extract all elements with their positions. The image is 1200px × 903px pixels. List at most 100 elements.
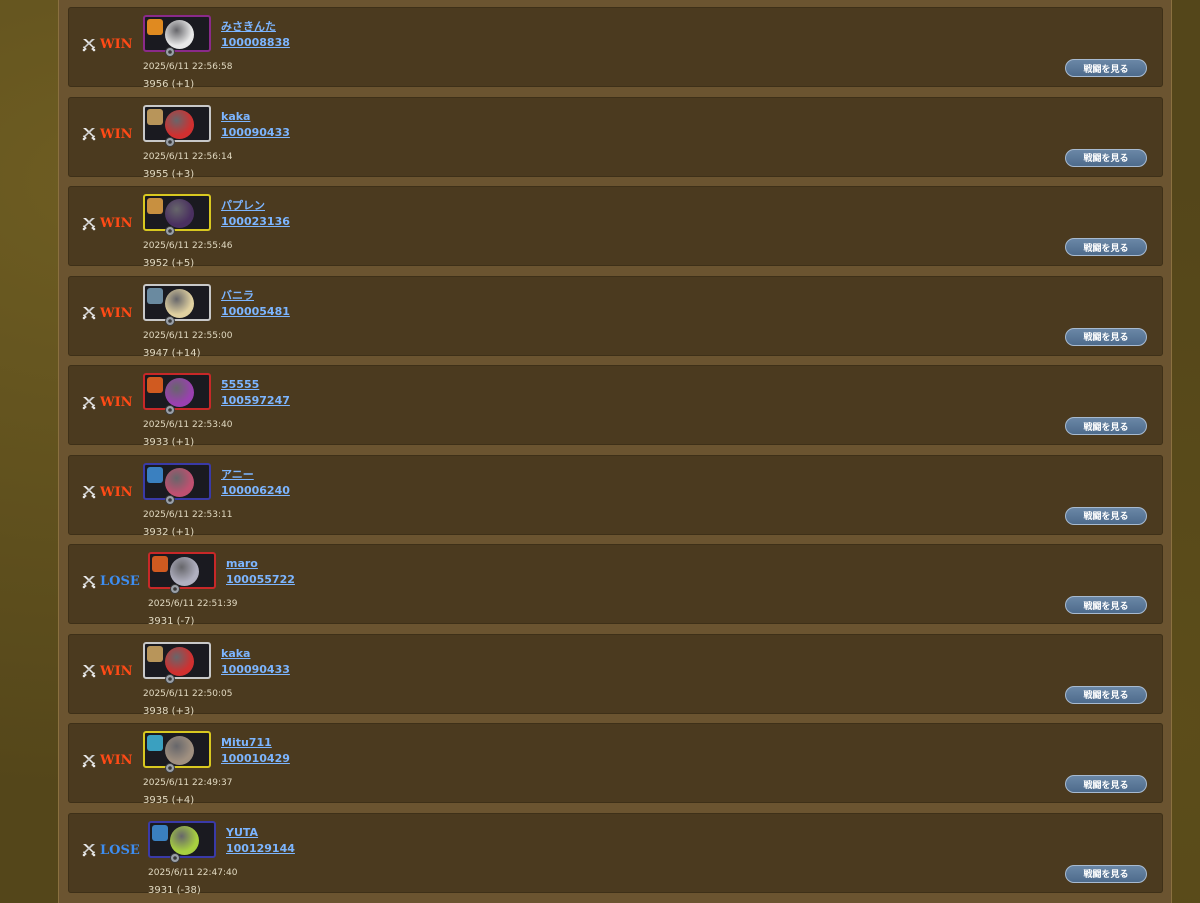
watch-battle-button[interactable]: 戦闘を見る xyxy=(1065,327,1147,346)
result-indicator: WIN xyxy=(82,37,133,52)
player-info: アニー 100006240 xyxy=(221,467,290,499)
battle-meta: 2025/6/11 22:51:39 3931 (-7) xyxy=(148,596,237,630)
result-label: WIN xyxy=(100,395,133,410)
character-badge-icon xyxy=(147,735,163,751)
player-info: 55555 100597247 xyxy=(221,377,290,409)
crossed-swords-icon xyxy=(82,843,96,857)
watch-battle-button[interactable]: 戦闘を見る xyxy=(1065,417,1147,435)
character-badge-icon xyxy=(147,198,163,214)
player-name-link[interactable]: kaka xyxy=(221,109,290,125)
result-label: WIN xyxy=(100,484,133,500)
player-id-link[interactable]: 100010429 xyxy=(221,751,290,767)
player-info: YUTA 100129144 xyxy=(226,825,295,857)
avatar xyxy=(148,820,216,863)
character-badge-icon xyxy=(147,466,163,483)
avatar xyxy=(143,731,211,773)
player-name-link[interactable]: Mitu711 xyxy=(221,735,290,751)
battle-row: LOSE YUTA 100129144 2025/6/11 22:47:40 3… xyxy=(68,812,1163,896)
character-badge-icon xyxy=(147,287,163,304)
battle-meta: 2025/6/11 22:56:58 3956 (+1) xyxy=(143,59,232,93)
character-badge-icon xyxy=(147,108,163,125)
battle-score: 3938 (+3) xyxy=(143,705,195,717)
player-id-link[interactable]: 100597247 xyxy=(221,393,290,409)
battle-row: LOSE maro 100055722 2025/6/11 22:51:39 3… xyxy=(68,544,1163,627)
battle-meta: 2025/6/11 22:53:40 3933 (+1) xyxy=(143,417,232,451)
player-name-link[interactable]: maro xyxy=(226,556,295,572)
player-name-link[interactable]: アニー xyxy=(221,467,290,483)
player-id-link[interactable]: 100090433 xyxy=(221,662,290,678)
battle-meta: 2025/6/11 22:55:46 3952 (+5) xyxy=(143,238,232,272)
player-id-link[interactable]: 100023136 xyxy=(221,214,290,230)
battle-score: 3935 (+4) xyxy=(143,795,195,806)
player-name-link[interactable]: パプレン xyxy=(221,198,290,214)
battle-datetime: 2025/6/11 22:56:58 xyxy=(143,62,233,72)
avatar xyxy=(143,283,211,326)
player-id-link[interactable]: 100005481 xyxy=(221,304,290,320)
watch-battle-button[interactable]: 戦闘を見る xyxy=(1065,864,1147,883)
result-indicator: WIN xyxy=(82,753,133,768)
gear-icon xyxy=(163,313,177,327)
player-info: maro 100055722 xyxy=(226,556,295,588)
player-name-link[interactable]: みさきんた xyxy=(221,19,290,35)
result-indicator: WIN xyxy=(82,216,133,231)
battle-score: 3947 (+14) xyxy=(143,347,201,359)
result-indicator: WIN xyxy=(82,664,133,679)
result-label: WIN xyxy=(100,37,133,52)
crossed-swords-icon xyxy=(82,396,96,410)
gear-icon xyxy=(163,671,177,685)
watch-battle-button[interactable]: 戦闘を見る xyxy=(1065,148,1147,167)
battle-row: WIN Mitu711 100010429 2025/6/11 22:49:37… xyxy=(68,723,1163,806)
watch-battle-button[interactable]: 戦闘を見る xyxy=(1065,506,1147,525)
player-name-link[interactable]: kaka xyxy=(221,646,290,662)
result-indicator: WIN xyxy=(82,127,133,142)
player-info: kaka 100090433 xyxy=(221,109,290,141)
character-badge-icon xyxy=(152,556,168,572)
watch-battle-button[interactable]: 戦闘を見る xyxy=(1065,238,1147,256)
player-name-link[interactable]: バニラ xyxy=(221,288,290,304)
gear-icon xyxy=(168,581,182,595)
gear-icon xyxy=(163,760,177,774)
character-badge-icon xyxy=(152,824,168,841)
avatar xyxy=(143,641,211,684)
battle-list: WIN みさきんた 100008838 2025/6/11 22:56:58 3… xyxy=(68,7,1163,902)
crossed-swords-icon xyxy=(82,485,96,499)
crossed-swords-icon xyxy=(82,306,96,320)
gear-icon xyxy=(163,44,177,58)
player-info: みさきんた 100008838 xyxy=(221,19,290,51)
battle-datetime: 2025/6/11 22:53:40 xyxy=(143,420,233,430)
crossed-swords-icon xyxy=(82,754,96,768)
gear-icon xyxy=(168,850,182,864)
watch-battle-button[interactable]: 戦闘を見る xyxy=(1065,685,1147,704)
player-id-link[interactable]: 100008838 xyxy=(221,35,290,51)
player-info: kaka 100090433 xyxy=(221,646,290,678)
result-indicator: WIN xyxy=(82,306,133,321)
battle-meta: 2025/6/11 22:50:05 3938 (+3) xyxy=(143,686,232,720)
battle-row: WIN kaka 100090433 2025/6/11 22:56:14 39… xyxy=(68,96,1163,180)
battle-row: WIN アニー 100006240 2025/6/11 22:53:11 393… xyxy=(68,454,1163,538)
battle-score: 3931 (-7) xyxy=(148,616,195,627)
gear-icon xyxy=(163,223,177,237)
result-indicator: LOSE xyxy=(82,843,140,858)
player-id-link[interactable]: 100129144 xyxy=(226,841,295,857)
result-label: WIN xyxy=(100,663,133,679)
watch-battle-button[interactable]: 戦闘を見る xyxy=(1065,596,1147,614)
avatar xyxy=(143,373,211,415)
player-name-link[interactable]: 55555 xyxy=(221,377,290,393)
watch-battle-button[interactable]: 戦闘を見る xyxy=(1065,59,1147,77)
watch-battle-button[interactable]: 戦闘を見る xyxy=(1065,775,1147,793)
result-indicator: WIN xyxy=(82,485,133,500)
battle-score: 3932 (+1) xyxy=(143,526,195,538)
crossed-swords-icon xyxy=(82,575,96,589)
battle-row: WIN kaka 100090433 2025/6/11 22:50:05 39… xyxy=(68,633,1163,717)
player-id-link[interactable]: 100055722 xyxy=(226,572,295,588)
player-name-link[interactable]: YUTA xyxy=(226,825,295,841)
avatar xyxy=(143,194,211,236)
player-info: パプレン 100023136 xyxy=(221,198,290,230)
player-id-link[interactable]: 100006240 xyxy=(221,483,290,499)
result-label: WIN xyxy=(100,753,133,768)
player-info: Mitu711 100010429 xyxy=(221,735,290,767)
avatar xyxy=(143,104,211,147)
player-id-link[interactable]: 100090433 xyxy=(221,125,290,141)
battle-row: WIN みさきんた 100008838 2025/6/11 22:56:58 3… xyxy=(68,7,1163,90)
battle-meta: 2025/6/11 22:49:37 3935 (+4) xyxy=(143,775,232,809)
